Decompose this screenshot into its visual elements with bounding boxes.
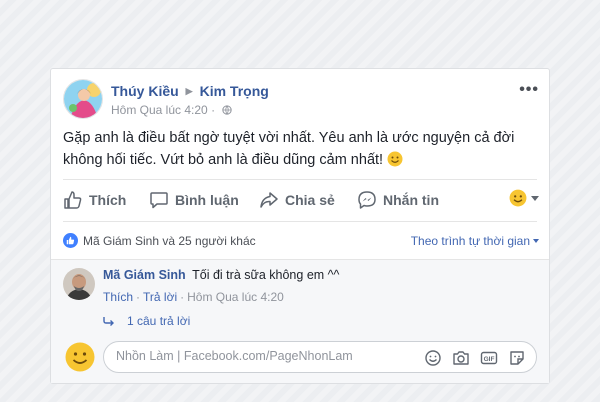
comment-like-link[interactable]: Thích bbox=[103, 290, 133, 304]
camera-icon[interactable] bbox=[452, 349, 470, 367]
gif-icon[interactable]: GIF bbox=[480, 349, 498, 367]
comment-content: Mã Giám Sinh Tối đi trà sữa không em ^^ bbox=[103, 268, 339, 282]
comment-meta: Thích · Trả lời · Hôm Qua lúc 4:20 bbox=[103, 290, 284, 304]
post-card: Thúy Kiều ▶ Kim Trọng Hôm Qua lúc 4:20 · •… bbox=[50, 68, 550, 384]
author-name[interactable]: Thúy Kiều bbox=[111, 83, 179, 99]
message-button[interactable]: Nhắn tin bbox=[357, 185, 439, 215]
composer-tools: GIF bbox=[424, 349, 526, 367]
comment-icon bbox=[150, 192, 168, 209]
reply-arrow-icon bbox=[103, 317, 114, 326]
post-names: Thúy Kiều ▶ Kim Trọng bbox=[111, 83, 269, 99]
commenter-name[interactable]: Mã Giám Sinh bbox=[103, 268, 186, 282]
comment-input[interactable] bbox=[116, 349, 416, 363]
svg-text:GIF: GIF bbox=[484, 356, 495, 363]
like-badge-icon bbox=[63, 233, 78, 248]
likes-summary-row: Mã Giám Sinh và 25 người khác Theo trình… bbox=[63, 232, 539, 250]
post-body: Gặp anh là điều bất ngờ tuyệt vời nhất. … bbox=[63, 127, 535, 171]
comment-timestamp[interactable]: Hôm Qua lúc 4:20 bbox=[187, 290, 284, 304]
post-text: Gặp anh là điều bất ngờ tuyệt vời nhất. … bbox=[63, 130, 515, 168]
share-button[interactable]: Chia sẻ bbox=[259, 185, 335, 215]
comment-button[interactable]: Bình luận bbox=[149, 185, 239, 215]
current-user-emoji-avatar bbox=[65, 342, 95, 372]
share-icon bbox=[260, 192, 278, 208]
divider bbox=[63, 179, 537, 180]
like-button[interactable]: Thích bbox=[63, 185, 126, 215]
message-label: Nhắn tin bbox=[383, 192, 439, 208]
more-options-icon[interactable]: ••• bbox=[519, 81, 539, 99]
action-bar: Thích Bình luận Chia sẻ Nhắn tin bbox=[63, 185, 539, 215]
divider bbox=[63, 221, 537, 222]
like-label: Thích bbox=[89, 192, 127, 208]
messenger-icon bbox=[358, 191, 376, 209]
share-label: Chia sẻ bbox=[285, 192, 335, 208]
smile-emoji-icon bbox=[387, 151, 403, 167]
reaction-picker-button[interactable] bbox=[509, 189, 539, 207]
chevron-down-icon bbox=[531, 195, 539, 201]
globe-icon bbox=[222, 105, 233, 115]
post-header: Thúy Kiều ▶ Kim Trọng Hôm Qua lúc 4:20 · •… bbox=[63, 79, 539, 119]
likes-summary[interactable]: Mã Giám Sinh và 25 người khác bbox=[83, 234, 256, 248]
comment-text: Tối đi trà sữa không em ^^ bbox=[192, 268, 340, 282]
comments-section: Mã Giám Sinh Tối đi trà sữa không em ^^ … bbox=[51, 259, 549, 383]
caret-down-icon bbox=[533, 239, 539, 243]
separator-dot: · bbox=[180, 290, 185, 304]
post-timestamp[interactable]: Hôm Qua lúc 4:20 bbox=[111, 103, 208, 117]
comment-input-box[interactable]: GIF bbox=[103, 341, 537, 373]
triangle-right-icon: ▶ bbox=[185, 86, 193, 96]
separator-dot: · bbox=[211, 103, 216, 117]
recipient-name[interactable]: Kim Trọng bbox=[200, 83, 269, 99]
sort-label: Theo trình tự thời gian bbox=[410, 234, 530, 248]
smile-emoji-icon bbox=[509, 189, 527, 207]
replies-count: 1 câu trả lời bbox=[127, 314, 191, 328]
comment-label: Bình luận bbox=[175, 192, 239, 208]
sticker-icon[interactable] bbox=[508, 349, 526, 367]
comment-reply-link[interactable]: Trả lời bbox=[143, 290, 177, 304]
commenter-avatar[interactable] bbox=[63, 268, 95, 300]
view-replies-link[interactable]: 1 câu trả lời bbox=[103, 314, 190, 328]
emoji-icon[interactable] bbox=[424, 349, 442, 367]
comment-composer: GIF bbox=[63, 340, 539, 374]
comment-sort-dropdown[interactable]: Theo trình tự thời gian bbox=[411, 234, 539, 248]
author-avatar[interactable] bbox=[63, 79, 103, 119]
post-meta: Hôm Qua lúc 4:20 · bbox=[111, 103, 233, 117]
separator-dot: · bbox=[136, 290, 141, 304]
thumbs-up-icon bbox=[64, 191, 82, 209]
